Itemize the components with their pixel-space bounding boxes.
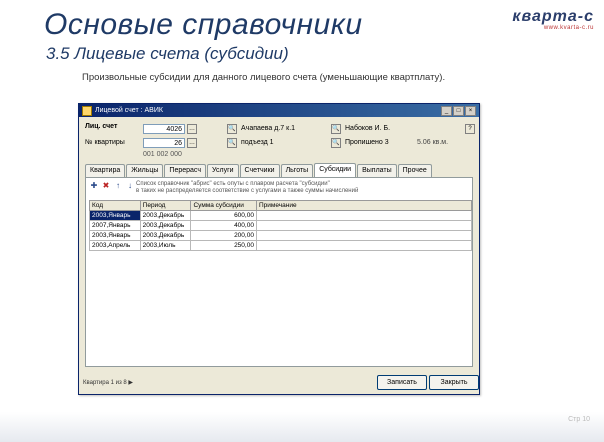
slide-number: Стр 10	[568, 416, 590, 423]
account-lookup-button[interactable]: …	[187, 124, 197, 134]
record-navigator[interactable]: Квартира 1 из 8 ▶	[83, 379, 133, 386]
window-title: Лицевой счет : АВИК	[95, 107, 163, 114]
cell-amount[interactable]: 600,00	[190, 210, 257, 221]
cell-amount[interactable]: 400,00	[190, 220, 257, 231]
table-header-row: Код Период Сумма субсидии Примечание	[89, 200, 473, 211]
address-search-icon[interactable]: 🔍	[227, 124, 237, 134]
entrance-search-icon[interactable]: 🔍	[227, 138, 237, 148]
delete-record-icon[interactable]: ✖	[101, 181, 111, 191]
help-button[interactable]: ?	[465, 124, 475, 134]
panel-info-line-2: в таких не распределяется соответствие с…	[136, 188, 359, 194]
cell-code[interactable]: 2003,Январь	[89, 230, 141, 241]
registered-search-icon[interactable]: 🔍	[331, 138, 341, 148]
grid-toolbar: ✚ ✖ ↑ ↓	[89, 181, 135, 191]
cell-code[interactable]: 2003,Январь	[89, 210, 141, 221]
close-window-button[interactable]: ×	[465, 105, 476, 116]
maximize-button[interactable]: □	[453, 105, 464, 116]
column-header-amount[interactable]: Сумма субсидии	[190, 200, 257, 211]
tab-recalc[interactable]: Перерасч	[164, 164, 206, 177]
column-header-period[interactable]: Период	[139, 200, 192, 211]
cell-period[interactable]: 2003,Декабрь	[139, 210, 192, 221]
slide-footer-band	[0, 412, 604, 442]
account-label: Лиц. счет	[85, 123, 118, 130]
subsidies-panel: ✚ ✖ ↑ ↓ Список справочник "абрис" есть о…	[85, 177, 473, 367]
column-header-note[interactable]: Примечание	[255, 200, 473, 211]
subsidies-table: Код Период Сумма субсидии Примечание 200…	[89, 200, 473, 251]
apartment-label: № квартиры	[85, 139, 125, 146]
account-field[interactable]: 4026	[143, 124, 185, 134]
slide-description: Произвольные субсидии для данного лицево…	[82, 72, 446, 83]
slide-subtitle: 3.5 Лицевые счета (субсидии)	[46, 44, 289, 63]
column-header-code[interactable]: Код	[89, 200, 141, 211]
account-code: 001 002 000	[143, 151, 182, 158]
table-row[interactable]: 2003,Январь 2003,Декабрь 200,00	[89, 230, 473, 241]
tab-payments[interactable]: Выплаты	[357, 164, 397, 177]
cell-note[interactable]	[255, 230, 473, 241]
window-titlebar[interactable]: Лицевой счет : АВИК _ □ ×	[79, 104, 479, 117]
apartment-field[interactable]: 26	[143, 138, 185, 148]
tab-other[interactable]: Прочее	[397, 164, 432, 177]
entrance-line: подъезд 1	[241, 139, 274, 146]
tab-apartment[interactable]: Квартира	[85, 164, 126, 177]
owner-search-icon[interactable]: 🔍	[331, 124, 341, 134]
add-record-icon[interactable]: ✚	[89, 181, 99, 191]
cell-amount[interactable]: 250,00	[190, 240, 257, 251]
move-up-icon[interactable]: ↑	[113, 181, 123, 191]
cell-code[interactable]: 2003,Апрель	[89, 240, 141, 251]
panel-info-line-1: Список справочник "абрис" есть опуты с п…	[136, 181, 330, 187]
save-button[interactable]: Записать	[377, 375, 427, 390]
cell-note[interactable]	[255, 240, 473, 251]
apartment-lookup-button[interactable]: …	[187, 138, 197, 148]
table-row[interactable]: 2003,Апрель 2003,Июль 250,00	[89, 240, 473, 251]
brand-name: кварта-с	[512, 8, 594, 25]
tab-subsidies[interactable]: Субсидии	[314, 163, 357, 177]
table-row[interactable]: 2003,Январь 2003,Декабрь 600,00	[89, 210, 473, 221]
cell-period[interactable]: 2003,Декабрь	[139, 230, 192, 241]
tab-services[interactable]: Услуги	[207, 164, 239, 177]
cell-period[interactable]: 2003,Июль	[139, 240, 192, 251]
move-down-icon[interactable]: ↓	[125, 181, 135, 191]
cell-code[interactable]: 2007,Январь	[89, 220, 141, 231]
area-value: 5.06 кв.м.	[417, 139, 449, 146]
cell-note[interactable]	[255, 220, 473, 231]
cell-note[interactable]	[255, 210, 473, 221]
tab-benefits[interactable]: Льготы	[280, 164, 314, 177]
tab-meters[interactable]: Счетчики	[239, 164, 280, 177]
cell-amount[interactable]: 200,00	[190, 230, 257, 241]
registered-count: Пропишено 3	[345, 139, 389, 146]
tab-residents[interactable]: Жильцы	[126, 164, 164, 177]
minimize-button[interactable]: _	[441, 105, 452, 116]
brand-logo: кварта-с www.kvarta-c.ru	[512, 8, 594, 31]
close-button[interactable]: Закрыть	[429, 375, 479, 390]
account-window: Лицевой счет : АВИК _ □ × Лиц. счет 4026…	[78, 103, 480, 395]
address-line: Ачапаева д.7 к.1	[241, 125, 296, 132]
cell-period[interactable]: 2003,Декабрь	[139, 220, 192, 231]
table-row[interactable]: 2007,Январь 2003,Декабрь 400,00	[89, 220, 473, 231]
app-icon	[82, 105, 92, 116]
slide-title: Основые справочники	[44, 8, 363, 41]
tab-bar: Квартира Жильцы Перерасч Услуги Счетчики…	[85, 163, 433, 177]
owner-name: Набоков И. Б.	[345, 125, 391, 132]
